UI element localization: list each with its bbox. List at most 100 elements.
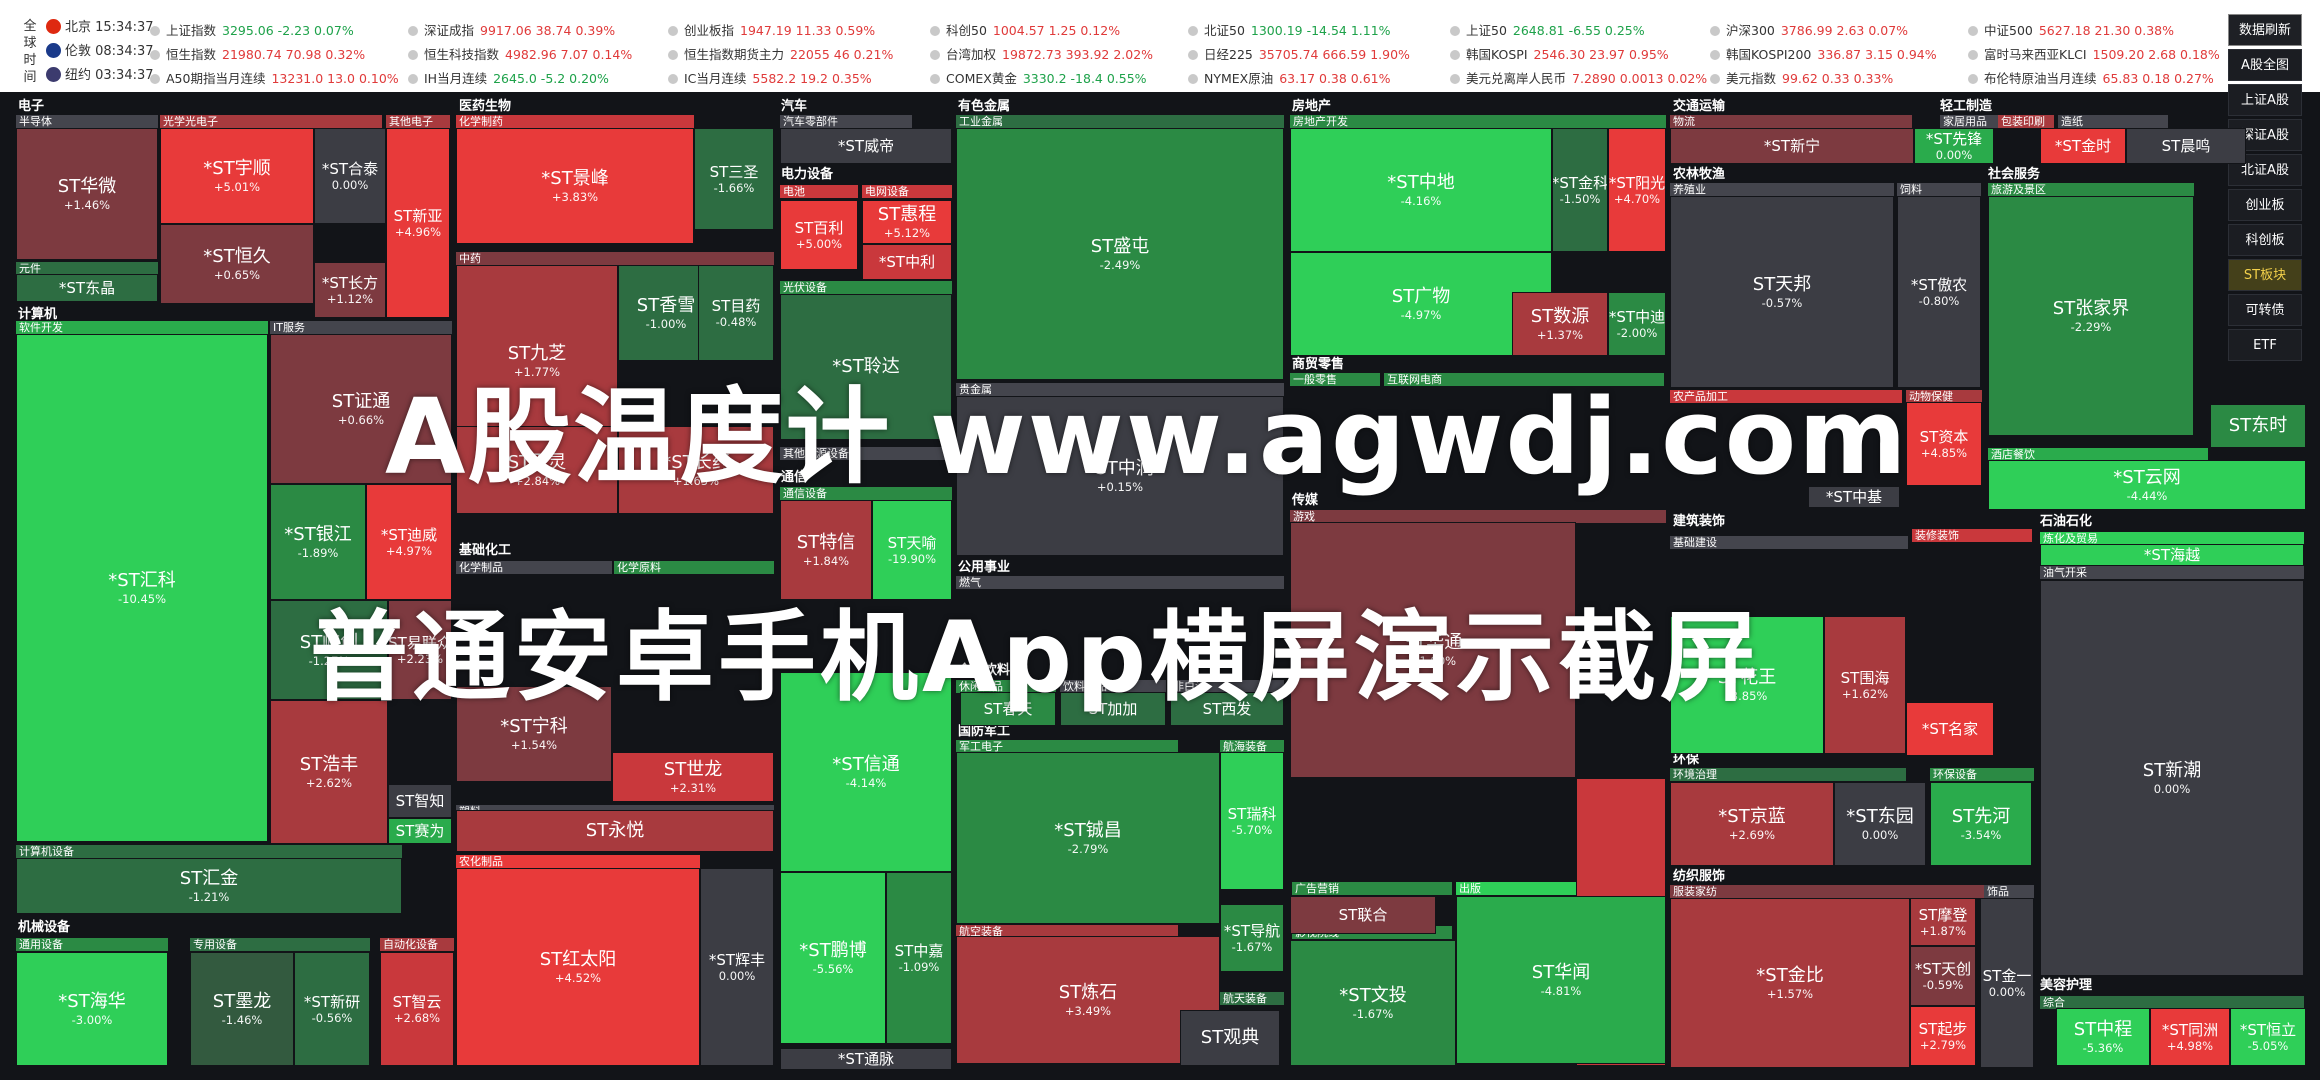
sector-label[interactable]: 医药生物 bbox=[459, 99, 511, 115]
stock-tile[interactable]: ST观典 bbox=[1180, 1010, 1280, 1066]
stock-tile[interactable]: *ST阳光 +4.70% bbox=[1608, 128, 1666, 252]
subsector-label[interactable]: 光学光电子 bbox=[160, 115, 382, 128]
subsector-label[interactable]: 工业金属 bbox=[956, 115, 1284, 128]
sector-label[interactable]: 公用事业 bbox=[958, 560, 1010, 576]
stock-tile[interactable]: ST起步 +2.79% bbox=[1910, 1006, 1976, 1066]
subsector-label[interactable]: 造纸 bbox=[2058, 115, 2168, 128]
index-quote[interactable]: 恒生科技指数 4982.96 7.07 0.14% bbox=[408, 44, 632, 63]
index-quote[interactable]: 韩国KOSPI 2546.30 23.97 0.95% bbox=[1450, 44, 1669, 63]
subsector-label[interactable]: 半导体 bbox=[16, 115, 158, 128]
stock-tile[interactable]: *ST鹏博 -5.56% bbox=[780, 872, 886, 1044]
menu-button[interactable]: ST板块 bbox=[2228, 259, 2302, 291]
subsector-label[interactable]: 电网设备 bbox=[862, 185, 952, 198]
subsector-label[interactable]: 自动化设备 bbox=[380, 938, 454, 951]
index-quote[interactable]: 恒生指数期货主力 22055 46 0.21% bbox=[668, 44, 893, 63]
stock-tile[interactable]: ST东时 bbox=[2210, 404, 2306, 448]
sector-label[interactable]: 美容护理 bbox=[2040, 978, 2092, 994]
stock-tile[interactable]: ST墨龙 -1.46% bbox=[190, 952, 294, 1066]
stock-tile[interactable]: *ST辉丰 0.00% bbox=[700, 868, 774, 1066]
stock-tile[interactable]: *ST同洲 +4.98% bbox=[2150, 1008, 2230, 1066]
stock-tile[interactable]: ST新潮 0.00% bbox=[2040, 580, 2304, 976]
subsector-label[interactable]: 旅游及景区 bbox=[1988, 183, 2194, 196]
stock-tile[interactable]: ST世龙 +2.31% bbox=[612, 752, 774, 802]
subsector-label[interactable]: 化学原料 bbox=[614, 561, 774, 574]
stock-tile[interactable]: *ST通脉 bbox=[780, 1048, 952, 1070]
stock-tile[interactable]: *ST海华 -3.00% bbox=[16, 952, 168, 1066]
stock-tile[interactable]: ST先河 -3.54% bbox=[1930, 782, 2032, 866]
stock-tile[interactable]: ST资本 +4.85% bbox=[1906, 402, 1982, 486]
subsector-label[interactable]: 养殖业 bbox=[1670, 183, 1894, 196]
sector-label[interactable]: 石油石化 bbox=[2040, 514, 2092, 530]
sector-label[interactable]: 机械设备 bbox=[18, 920, 70, 936]
index-quote[interactable]: 北证50 1300.19 -14.54 1.11% bbox=[1188, 20, 1391, 39]
subsector-label[interactable]: 环境治理 bbox=[1670, 768, 1906, 781]
index-quote[interactable]: 上证50 2648.81 -6.55 0.25% bbox=[1450, 20, 1645, 39]
sector-label[interactable]: 交通运输 bbox=[1673, 99, 1725, 115]
stock-tile[interactable]: *ST云网 -4.44% bbox=[1988, 460, 2306, 510]
index-quote[interactable]: 富时马来西亚KLCI 1509.20 2.68 0.18% bbox=[1968, 44, 2220, 63]
stock-tile[interactable]: ST中程 -5.36% bbox=[2056, 1008, 2150, 1066]
stock-tile[interactable]: *ST新研 -0.56% bbox=[294, 952, 370, 1066]
index-quote[interactable]: IC当月连续 5582.2 19.2 0.35% bbox=[668, 68, 872, 87]
stock-tile[interactable]: ST目药 -0.48% bbox=[698, 265, 774, 361]
subsector-label[interactable]: 化学制药 bbox=[456, 115, 694, 128]
index-quote[interactable]: 沪深300 3786.99 2.63 0.07% bbox=[1710, 20, 1908, 39]
stock-tile[interactable]: ST惠程 +5.12% bbox=[862, 200, 952, 244]
index-quote[interactable]: 韩国KOSPI200 336.87 3.15 0.94% bbox=[1710, 44, 1937, 63]
subsector-label[interactable]: 广告营销 bbox=[1292, 882, 1452, 895]
subsector-label[interactable]: 光伏设备 bbox=[780, 281, 952, 294]
subsector-label[interactable]: 化学制品 bbox=[456, 561, 612, 574]
stock-tile[interactable]: ST金一 0.00% bbox=[1980, 898, 2034, 1068]
stock-tile[interactable]: *ST宇顺 +5.01% bbox=[160, 128, 314, 224]
stock-tile[interactable]: *ST威帝 bbox=[780, 128, 952, 164]
sector-label[interactable]: 汽车 bbox=[781, 99, 807, 115]
subsector-label[interactable]: IT服务 bbox=[270, 321, 452, 334]
index-quote[interactable]: 上证指数 3295.06 -2.23 0.07% bbox=[150, 20, 354, 39]
stock-tile[interactable]: *ST金科 -1.50% bbox=[1552, 128, 1608, 252]
stock-tile[interactable]: *ST恒立 -5.05% bbox=[2230, 1008, 2306, 1066]
stock-tile[interactable]: *ST景峰 +3.83% bbox=[456, 128, 694, 244]
stock-tile[interactable]: ST浩丰 +2.62% bbox=[270, 700, 388, 844]
sector-label[interactable]: 国防军工 bbox=[958, 724, 1010, 740]
stock-tile[interactable]: ST联合 bbox=[1290, 896, 1436, 934]
stock-tile[interactable]: ST摩登 +1.87% bbox=[1910, 898, 1976, 946]
menu-button[interactable]: 上证A股 bbox=[2228, 84, 2302, 116]
subsector-label[interactable]: 计算机设备 bbox=[16, 845, 402, 858]
stock-tile[interactable]: ST智知 bbox=[388, 784, 452, 818]
index-quote[interactable]: A50期指当月连续 13231.0 13.0 0.10% bbox=[150, 68, 399, 87]
sector-label[interactable]: 建筑装饰 bbox=[1673, 514, 1725, 530]
stock-tile[interactable]: *ST文投 -1.67% bbox=[1290, 940, 1456, 1066]
subsector-label[interactable]: 包装印刷 bbox=[1998, 115, 2054, 128]
subsector-label[interactable]: 软件开发 bbox=[16, 321, 268, 334]
menu-button[interactable]: 科创板 bbox=[2228, 224, 2302, 256]
subsector-label[interactable]: 物流 bbox=[1670, 115, 1912, 128]
stock-tile[interactable]: ST围海 +1.62% bbox=[1824, 616, 1906, 754]
index-quote[interactable]: COMEX黄金 3330.2 -18.4 0.55% bbox=[930, 68, 1147, 87]
subsector-label[interactable]: 汽车零部件 bbox=[780, 115, 912, 128]
subsector-label[interactable]: 基础建设 bbox=[1670, 536, 1908, 549]
stock-tile[interactable]: ST晨鸣 bbox=[2126, 128, 2246, 164]
subsector-label[interactable]: 其他电子 bbox=[386, 115, 450, 128]
sector-label[interactable]: 有色金属 bbox=[958, 99, 1010, 115]
stock-tile[interactable]: *ST天创 -0.59% bbox=[1910, 946, 1976, 1006]
subsector-label[interactable]: 油气开采 bbox=[2040, 566, 2304, 579]
stock-tile[interactable]: *ST铖昌 -2.79% bbox=[956, 752, 1220, 924]
menu-button[interactable]: 可转债 bbox=[2228, 294, 2302, 326]
stock-tile[interactable]: *ST中迪 -2.00% bbox=[1608, 292, 1666, 356]
stock-tile[interactable]: *ST新宁 bbox=[1670, 128, 1914, 164]
subsector-label[interactable]: 饲料 bbox=[1897, 183, 1981, 196]
stock-tile[interactable]: *ST导航 -1.67% bbox=[1220, 904, 1284, 972]
stock-tile[interactable]: ST盛屯 -2.49% bbox=[956, 128, 1284, 380]
sector-label[interactable]: 基础化工 bbox=[459, 543, 511, 559]
sector-label[interactable]: 电力设备 bbox=[781, 167, 833, 183]
menu-button[interactable]: 数据刷新 bbox=[2228, 14, 2302, 46]
index-quote[interactable]: 台湾加权 19872.73 393.92 2.02% bbox=[930, 44, 1153, 63]
stock-tile[interactable]: *ST中利 bbox=[862, 244, 952, 280]
index-quote[interactable]: IH当月连续 2645.0 -5.2 0.20% bbox=[408, 68, 609, 87]
subsector-label[interactable]: 通用设备 bbox=[16, 938, 168, 951]
stock-tile[interactable]: *ST名家 bbox=[1906, 702, 1994, 756]
sector-label[interactable]: 电子 bbox=[18, 99, 44, 115]
sector-label[interactable]: 社会服务 bbox=[1988, 167, 2040, 183]
stock-tile[interactable]: ST瑞科 -5.70% bbox=[1220, 752, 1284, 890]
stock-tile[interactable]: *ST合泰 0.00% bbox=[314, 128, 386, 224]
